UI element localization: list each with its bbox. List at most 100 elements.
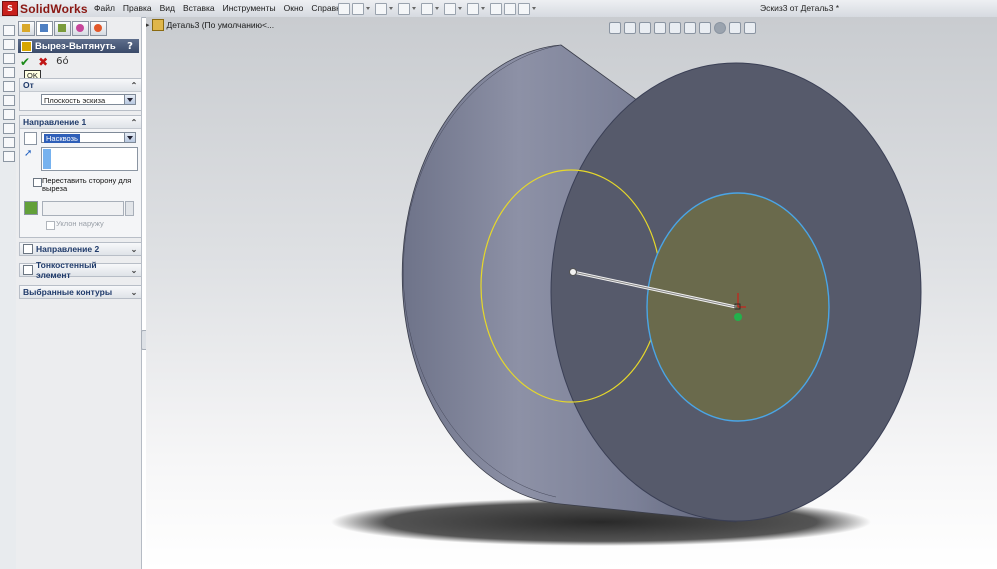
- collapse-icon[interactable]: ⌃: [129, 81, 139, 90]
- expand-icon[interactable]: ⌄: [129, 266, 139, 275]
- property-manager-icon: [40, 24, 48, 32]
- menu-window[interactable]: Окно: [280, 0, 308, 17]
- print-dropdown-icon[interactable]: [435, 7, 439, 10]
- solidworks-logo[interactable]: S SolidWorks: [2, 1, 88, 16]
- chevron-down-icon[interactable]: [124, 95, 135, 104]
- action-row: ✔ ✖ 6ó: [20, 56, 69, 68]
- select-dropdown-icon[interactable]: [481, 7, 485, 10]
- smart-dimension-icon[interactable]: [3, 151, 15, 162]
- rebuild-icon[interactable]: [490, 2, 502, 15]
- thin-feature-checkbox[interactable]: [23, 265, 33, 275]
- menu-file[interactable]: Файл: [90, 0, 119, 17]
- origin-marker-icon: [734, 313, 742, 321]
- draft-outward-checkbox[interactable]: [46, 221, 55, 230]
- draft-angle-field[interactable]: [42, 201, 124, 216]
- expand-icon[interactable]: ⌄: [129, 288, 139, 297]
- file-properties-icon[interactable]: [504, 2, 516, 15]
- part-icon: [151, 19, 164, 31]
- expand-arrow-icon[interactable]: ▸: [146, 21, 150, 29]
- hide-show-items-icon[interactable]: [699, 22, 711, 34]
- menu-view[interactable]: Вид: [156, 0, 179, 17]
- zoom-to-fit-icon[interactable]: [609, 22, 621, 34]
- part-name[interactable]: Деталь3 (По умолчанию<...: [167, 20, 275, 30]
- undo-dropdown-icon[interactable]: [458, 7, 462, 10]
- exit-sketch-icon[interactable]: [3, 123, 15, 134]
- direction-arrow-icon: ➚: [24, 148, 33, 159]
- open-dropdown-icon[interactable]: [389, 7, 393, 10]
- options-dropdown-icon[interactable]: [532, 7, 536, 10]
- check-icon[interactable]: ✔: [20, 56, 30, 68]
- sketch-tool-icon[interactable]: [3, 25, 15, 36]
- draft-angle-spinner[interactable]: [125, 201, 134, 216]
- feature-tree-flyout[interactable]: ▸ Деталь3 (По умолчанию<...: [146, 19, 274, 31]
- thin-feature-header[interactable]: Тонкостенный элемент ⌄: [20, 260, 141, 280]
- draft-on-off-icon[interactable]: [24, 201, 38, 215]
- tab-display-manager[interactable]: [90, 21, 107, 36]
- print-icon[interactable]: [421, 2, 433, 15]
- extruded-cut-icon: [21, 40, 32, 52]
- dimxpert-icon: [76, 24, 84, 32]
- open-icon[interactable]: [375, 2, 387, 15]
- tab-property-manager[interactable]: [36, 21, 53, 36]
- rapid-sketch-icon[interactable]: [3, 137, 15, 148]
- display-style-icon[interactable]: [684, 22, 696, 34]
- selected-contours-group[interactable]: Выбранные контуры ⌄: [19, 285, 142, 299]
- select-icon[interactable]: [467, 2, 479, 15]
- save-icon[interactable]: [398, 2, 410, 15]
- view-orientation-icon[interactable]: [669, 22, 681, 34]
- app-name: SolidWorks: [20, 1, 88, 16]
- view-settings-icon[interactable]: [744, 22, 756, 34]
- direction2-group[interactable]: Направление 2 ⌄: [19, 242, 142, 256]
- panel-tabs: [18, 21, 107, 36]
- pin-icon[interactable]: [338, 2, 350, 15]
- chevron-down-icon[interactable]: [124, 133, 135, 142]
- quick-snaps-icon[interactable]: [3, 81, 15, 92]
- edit-appearance-icon[interactable]: [714, 22, 726, 34]
- x-icon[interactable]: ✖: [38, 56, 48, 68]
- selected-contours-title: Выбранные контуры: [23, 287, 113, 297]
- undo-icon[interactable]: [444, 2, 456, 15]
- instant3d-icon[interactable]: [3, 95, 15, 106]
- direction1-header[interactable]: Направление 1 ⌃: [20, 116, 141, 129]
- flip-side-checkbox[interactable]: [33, 178, 42, 187]
- tab-configuration-manager[interactable]: [54, 21, 71, 36]
- draft-outward-label: Уклон наружу: [56, 219, 104, 228]
- task-strip: [0, 17, 17, 569]
- menu-tools[interactable]: Инструменты: [219, 0, 280, 17]
- feature-tree-icon: [22, 24, 30, 32]
- direction-of-extrusion-field[interactable]: [41, 147, 138, 171]
- dimension-tool-icon[interactable]: [3, 39, 15, 50]
- feature-title: Вырез-Вытянуть: [35, 40, 116, 52]
- end-condition-select[interactable]: Насквозь: [41, 132, 136, 143]
- expand-icon[interactable]: ⌄: [129, 245, 139, 254]
- new-document-icon[interactable]: [352, 2, 364, 15]
- drag-handle[interactable]: [569, 268, 577, 276]
- save-dropdown-icon[interactable]: [412, 7, 416, 10]
- collapse-icon[interactable]: ⌃: [129, 118, 139, 127]
- options-icon[interactable]: [518, 2, 530, 15]
- reverse-direction-icon[interactable]: [24, 132, 37, 145]
- selected-contours-header[interactable]: Выбранные контуры ⌄: [20, 286, 141, 298]
- new-dropdown-icon[interactable]: [366, 7, 370, 10]
- menu-edit[interactable]: Правка: [119, 0, 156, 17]
- direction2-checkbox[interactable]: [23, 244, 33, 254]
- start-condition-value: Плоскость эскиза: [44, 96, 106, 105]
- help-button[interactable]: ?: [125, 41, 135, 52]
- tab-dimxpert[interactable]: [72, 21, 89, 36]
- repair-tool-icon[interactable]: [3, 67, 15, 78]
- tab-feature-manager[interactable]: [18, 21, 35, 36]
- section-view-icon[interactable]: [654, 22, 666, 34]
- glasses-icon[interactable]: 6ó: [56, 56, 68, 68]
- from-group-header[interactable]: От ⌃: [20, 79, 141, 92]
- relation-tool-icon[interactable]: [3, 53, 15, 64]
- sketch-grid-icon[interactable]: [3, 109, 15, 120]
- graphics-area[interactable]: ▸ Деталь3 (По умолчанию<...: [146, 17, 997, 569]
- apply-scene-icon[interactable]: [729, 22, 741, 34]
- direction2-header[interactable]: Направление 2 ⌄: [20, 243, 141, 255]
- start-condition-select[interactable]: Плоскость эскиза: [41, 94, 136, 105]
- thin-feature-group[interactable]: Тонкостенный элемент ⌄: [19, 260, 142, 280]
- previous-view-icon[interactable]: [639, 22, 651, 34]
- model-view[interactable]: [146, 17, 997, 569]
- zoom-to-area-icon[interactable]: [624, 22, 636, 34]
- menu-insert[interactable]: Вставка: [179, 0, 219, 17]
